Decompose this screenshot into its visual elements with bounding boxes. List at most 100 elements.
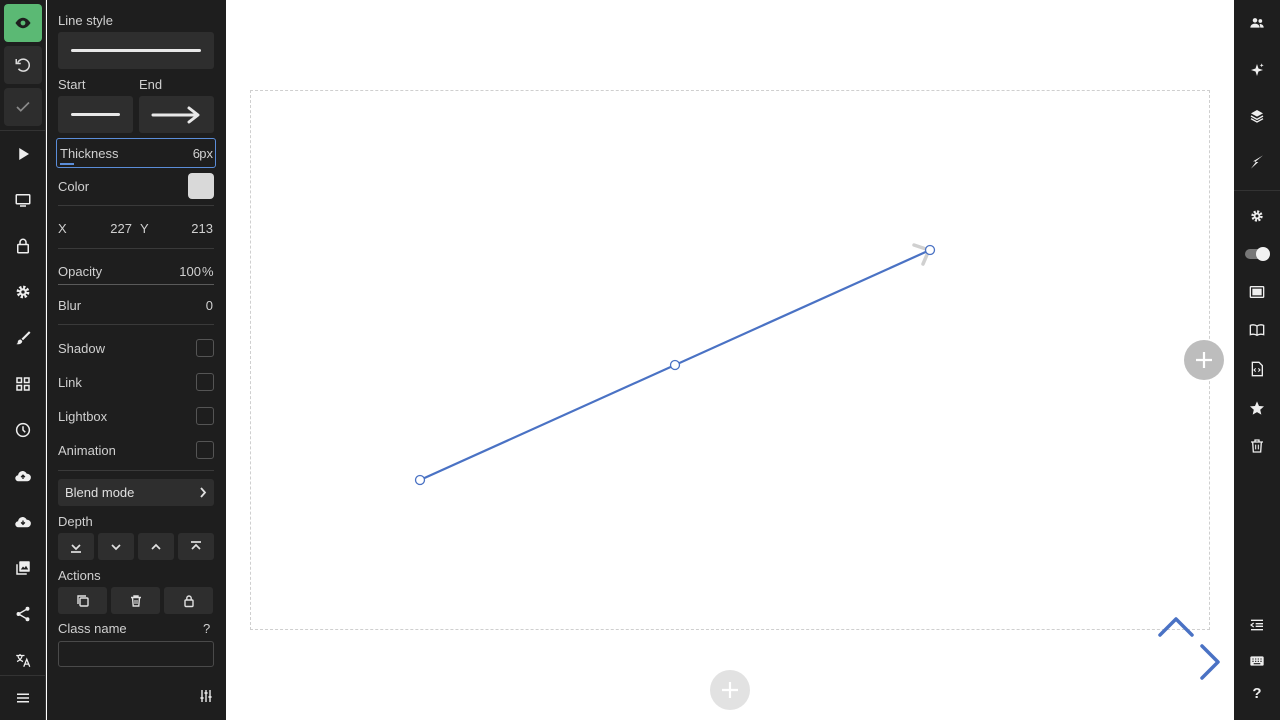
transitions-button[interactable]: [1248, 153, 1266, 171]
x-input[interactable]: 227: [87, 221, 132, 236]
lock-element-button[interactable]: [164, 587, 213, 614]
color-swatch[interactable]: [188, 173, 214, 199]
collaborators-button[interactable]: [1248, 14, 1266, 32]
brush-icon: [16, 331, 31, 345]
check-icon: [16, 101, 30, 112]
layers-icon: [1250, 110, 1264, 123]
canvas-layer: [414, 243, 936, 486]
device-button[interactable]: [4, 181, 42, 219]
class-name-label: Class name: [58, 621, 127, 636]
history-button[interactable]: [4, 411, 42, 449]
favorite-button[interactable]: [1248, 399, 1266, 417]
plus-icon: [1196, 352, 1212, 368]
play-icon: [19, 148, 29, 160]
upload-button[interactable]: [4, 457, 42, 495]
custom-code-button[interactable]: [1248, 360, 1266, 378]
guide-button[interactable]: [1248, 321, 1266, 339]
download-button[interactable]: [4, 503, 42, 541]
canvas-area[interactable]: [226, 0, 1234, 720]
thickness-label: Thickness: [60, 146, 119, 161]
line-end-select[interactable]: [139, 96, 214, 133]
animation-checkbox[interactable]: [196, 441, 214, 459]
media-button[interactable]: [4, 549, 42, 587]
line-style-label: Line style: [58, 13, 113, 28]
confirm-button[interactable]: [4, 88, 42, 126]
blend-mode-label: Blend mode: [65, 485, 135, 500]
gear-icon: [1251, 210, 1263, 222]
lightbox-label: Lightbox: [58, 409, 108, 424]
share-icon: [16, 606, 30, 622]
undo-icon: [15, 58, 30, 72]
class-name-input[interactable]: [58, 641, 214, 667]
lock-icon: [183, 594, 194, 607]
blur-input[interactable]: 0: [167, 298, 213, 313]
translate-icon: [16, 654, 31, 667]
outline-button[interactable]: [1248, 616, 1266, 634]
actions-label: Actions: [58, 568, 101, 583]
opacity-slider[interactable]: [58, 284, 214, 285]
link-checkbox[interactable]: [196, 373, 214, 391]
star-icon: [1250, 401, 1264, 415]
keyboard-shortcuts-button[interactable]: [1248, 652, 1266, 670]
class-name-help[interactable]: ?: [203, 621, 210, 636]
share-button[interactable]: [4, 595, 42, 633]
shadow-checkbox[interactable]: [196, 339, 214, 357]
thickness-field[interactable]: Thickness 6 px: [56, 138, 216, 168]
duplicate-button[interactable]: [58, 587, 107, 614]
menu-icon: [17, 693, 29, 703]
frame-settings-button[interactable]: [1248, 283, 1266, 301]
settings-button[interactable]: [1248, 207, 1266, 225]
rail-divider: [0, 675, 46, 676]
users-icon: [1250, 18, 1264, 28]
nav-right-arrow[interactable]: [1198, 644, 1222, 680]
layers-button[interactable]: [1248, 107, 1266, 125]
opacity-input[interactable]: 100: [147, 264, 201, 279]
rail-divider: [1234, 190, 1280, 191]
delete-slide-button[interactable]: [1248, 437, 1266, 455]
grid-icon: [16, 377, 30, 391]
preview-toggle-button[interactable]: [4, 4, 42, 42]
trash-icon: [1251, 439, 1263, 453]
bring-forward-button[interactable]: [138, 533, 174, 560]
lock-icon: [17, 238, 29, 254]
lightning-icon: [1251, 155, 1263, 169]
add-slide-right-button[interactable]: [1184, 340, 1224, 380]
language-button[interactable]: [4, 641, 42, 679]
images-icon: [16, 561, 30, 575]
line-mid-handle[interactable]: [669, 359, 681, 371]
line-end-handle[interactable]: [924, 244, 936, 256]
chevron-right-icon: [200, 487, 207, 498]
ai-assist-button[interactable]: [1248, 61, 1266, 79]
help-button[interactable]: ?: [1248, 685, 1266, 705]
link-label: Link: [58, 375, 82, 390]
undo-button[interactable]: [4, 46, 42, 84]
main-menu-button[interactable]: [4, 679, 42, 717]
send-to-back-button[interactable]: [58, 533, 94, 560]
sparkle-icon: [1251, 63, 1264, 76]
blend-mode-button[interactable]: Blend mode: [58, 479, 214, 506]
nav-up-arrow[interactable]: [1158, 616, 1194, 638]
add-slide-below-button[interactable]: [710, 670, 750, 710]
widgets-button[interactable]: [4, 365, 42, 403]
play-button[interactable]: [4, 135, 42, 173]
line-start-handle[interactable]: [414, 474, 426, 486]
bring-to-front-icon: [191, 540, 201, 550]
toggle-switch[interactable]: [1245, 247, 1270, 261]
brush-button[interactable]: [4, 319, 42, 357]
sliders-icon[interactable]: [199, 689, 213, 703]
lock-button[interactable]: [4, 227, 42, 265]
chevron-down-icon: [111, 543, 121, 550]
app-root: Line style Start End Thickness 6 px Colo…: [0, 0, 1280, 720]
line-style-select[interactable]: [58, 32, 214, 69]
settings-button[interactable]: [4, 273, 42, 311]
lightbox-checkbox[interactable]: [196, 407, 214, 425]
shadow-label: Shadow: [58, 341, 105, 356]
y-input[interactable]: 213: [163, 221, 213, 236]
start-label: Start: [58, 77, 86, 92]
send-backward-button[interactable]: [98, 533, 134, 560]
cloud-upload-icon: [15, 471, 31, 482]
trash-icon: [130, 594, 141, 607]
line-start-select[interactable]: [58, 96, 133, 133]
bring-to-front-button[interactable]: [178, 533, 214, 560]
delete-button[interactable]: [111, 587, 160, 614]
